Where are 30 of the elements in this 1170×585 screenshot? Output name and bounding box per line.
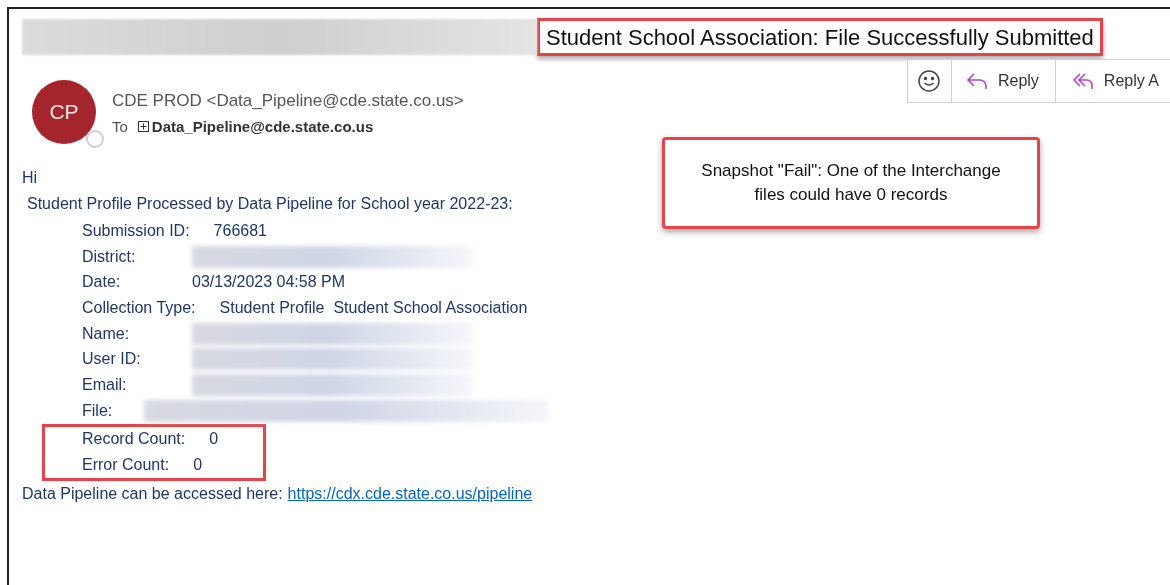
- sender-name: CDE PROD <Data_Pipeline@cde.state.co.us>: [112, 90, 464, 112]
- field-label: Collection Type:: [82, 297, 196, 318]
- smiley-icon: [918, 70, 941, 92]
- field-label: File:: [82, 400, 114, 421]
- reply-button[interactable]: Reply: [951, 60, 1056, 102]
- recipient-address: Data_Pipeline@cde.state.co.us: [151, 116, 374, 137]
- field-label: Record Count:: [82, 429, 186, 450]
- callout-note: Snapshot "Fail": One of the Interchange files could have 0 records: [662, 137, 1040, 229]
- greeting: Hi: [22, 168, 39, 188]
- field-label: User ID:: [82, 349, 142, 370]
- reply-icon: [965, 71, 988, 91]
- field-label: Error Count:: [82, 455, 170, 476]
- field-value: 766681: [213, 220, 267, 241]
- field-value: 0: [193, 455, 203, 476]
- field-value: Student Profile Student School Association: [219, 297, 528, 318]
- field-label: Email:: [82, 374, 128, 395]
- field-value: 03/13/2023 04:58 PM: [192, 272, 345, 293]
- intro-text: Student Profile Processed by Data Pipeline for School year 2022-23:: [26, 194, 514, 214]
- avatar: CP: [32, 80, 96, 144]
- field-label: Name:: [82, 323, 131, 344]
- field-value: 0: [209, 429, 219, 450]
- status-icon: [86, 130, 104, 148]
- pipeline-link[interactable]: https://cdx.cde.state.co.us/pipeline: [287, 481, 533, 506]
- field-label: District:: [82, 246, 137, 267]
- reply-all-button[interactable]: Reply A: [1055, 60, 1170, 102]
- expand-icon[interactable]: [137, 121, 149, 133]
- field-label: Submission ID:: [82, 220, 190, 241]
- to-label: To: [112, 116, 128, 137]
- footer-text: Data Pipeline can be accessed here:: [22, 483, 283, 504]
- field-label: Date:: [82, 272, 122, 293]
